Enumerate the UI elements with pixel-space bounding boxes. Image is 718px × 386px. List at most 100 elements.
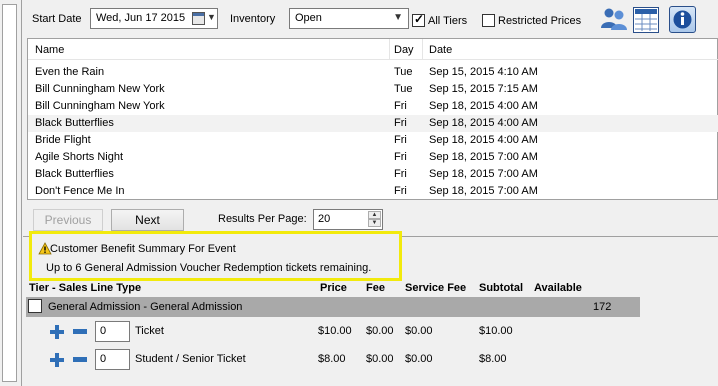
- restricted-prices-label[interactable]: Restricted Prices: [498, 15, 581, 27]
- benefit-summary-message: Up to 6 General Admission Voucher Redemp…: [46, 262, 372, 274]
- sales-line-subtotal: $10.00: [479, 325, 513, 337]
- event-day: Fri: [394, 151, 407, 163]
- event-day: Fri: [394, 134, 407, 146]
- event-name: Even the Rain: [35, 66, 105, 78]
- event-day: Fri: [394, 185, 407, 197]
- event-day: Tue: [394, 66, 413, 78]
- event-name: Black Butterflies: [35, 168, 114, 180]
- sales-line-fee: $0.00: [366, 353, 394, 365]
- event-name: Bill Cunningham New York: [35, 83, 165, 95]
- sales-line-subtotal: $8.00: [479, 353, 507, 365]
- sales-line-row: 0 Student / Senior Ticket $8.00 $0.00 $0…: [23, 347, 718, 373]
- inventory-select[interactable]: Open ▼: [289, 8, 409, 29]
- column-header-type: Tier - Sales Line Type: [29, 282, 142, 294]
- previous-button[interactable]: Previous: [33, 209, 103, 231]
- column-header-fee: Fee: [366, 282, 385, 294]
- chevron-up-icon[interactable]: ▲: [368, 211, 381, 219]
- event-date: Sep 18, 2015 7:00 AM: [429, 151, 538, 163]
- event-date: Sep 18, 2015 4:00 AM: [429, 100, 538, 112]
- event-day: Fri: [394, 100, 407, 112]
- minus-icon[interactable]: [73, 357, 87, 362]
- event-day: Fri: [394, 168, 407, 180]
- event-day: Fri: [394, 117, 407, 129]
- tier-name: General Admission - General Admission: [48, 301, 243, 313]
- chevron-down-icon[interactable]: ▼: [207, 12, 216, 22]
- info-icon[interactable]: [669, 6, 696, 33]
- inventory-label: Inventory: [230, 13, 276, 25]
- list-item[interactable]: Even the Rain Tue Sep 15, 2015 4:10 AM: [28, 64, 718, 81]
- list-item-selected[interactable]: Black Butterflies Fri Sep 18, 2015 4:00 …: [28, 115, 718, 132]
- plus-icon[interactable]: [50, 353, 64, 367]
- quantity-input[interactable]: 0: [95, 321, 130, 342]
- list-item[interactable]: Don't Fence Me In Fri Sep 18, 2015 7:00 …: [28, 183, 718, 200]
- column-header-subtotal: Subtotal: [479, 282, 523, 294]
- event-name: Bill Cunningham New York: [35, 100, 165, 112]
- results-per-page-stepper[interactable]: 20 ▲ ▼: [313, 209, 383, 230]
- grid-icon[interactable]: [633, 7, 659, 33]
- sales-line-type: Student / Senior Ticket: [135, 353, 246, 365]
- column-header-available: Available: [534, 282, 582, 294]
- benefit-summary-title: Customer Benefit Summary For Event: [50, 243, 236, 255]
- inventory-value: Open: [295, 12, 322, 24]
- event-name: Don't Fence Me In: [35, 185, 125, 197]
- event-date: Sep 15, 2015 7:15 AM: [429, 83, 538, 95]
- list-item[interactable]: Bill Cunningham New York Fri Sep 18, 201…: [28, 98, 718, 115]
- next-button[interactable]: Next: [111, 209, 184, 231]
- column-header-date[interactable]: Date: [429, 44, 452, 56]
- event-name: Black Butterflies: [35, 117, 114, 129]
- left-panel-inner: [2, 4, 17, 382]
- minus-icon[interactable]: [73, 329, 87, 334]
- event-date: Sep 18, 2015 4:00 AM: [429, 117, 538, 129]
- tier-available: 172: [593, 301, 612, 313]
- toolbar: Start Date Wed, Jun 17 2015 ▼ Inventory …: [23, 0, 718, 38]
- sales-line-service-fee: $0.00: [405, 353, 433, 365]
- all-tiers-label[interactable]: All Tiers: [428, 15, 467, 27]
- start-date-label: Start Date: [32, 13, 82, 25]
- column-header-service-fee: Service Fee: [405, 282, 467, 294]
- events-list-header: Name Day Date: [28, 39, 718, 60]
- left-panel: [0, 0, 22, 386]
- column-header-name[interactable]: Name: [35, 44, 64, 56]
- plus-icon[interactable]: [50, 325, 64, 339]
- benefit-summary-panel: Customer Benefit Summary For Event Up to…: [29, 231, 402, 281]
- event-name: Bride Flight: [35, 134, 91, 146]
- restricted-prices-checkbox[interactable]: [482, 14, 495, 27]
- results-per-page-label: Results Per Page:: [218, 213, 307, 225]
- sales-line-service-fee: $0.00: [405, 325, 433, 337]
- sales-line-fee: $0.00: [366, 325, 394, 337]
- people-icon[interactable]: [600, 6, 627, 32]
- event-date: Sep 18, 2015 4:00 AM: [429, 134, 538, 146]
- column-header-price: Price: [320, 282, 347, 294]
- quantity-value: 0: [100, 325, 107, 337]
- column-separator: [389, 39, 390, 60]
- tier-row[interactable]: General Admission - General Admission 17…: [26, 297, 640, 317]
- tier-expand-checkbox[interactable]: [28, 299, 42, 313]
- column-header-day[interactable]: Day: [394, 44, 414, 56]
- quantity-value: 0: [100, 353, 107, 365]
- list-item[interactable]: Bill Cunningham New York Tue Sep 15, 201…: [28, 81, 718, 98]
- start-date-picker[interactable]: Wed, Jun 17 2015 ▼: [90, 8, 218, 29]
- main-panel: Start Date Wed, Jun 17 2015 ▼ Inventory …: [23, 0, 718, 386]
- event-date: Sep 18, 2015 7:00 AM: [429, 185, 538, 197]
- chevron-down-icon[interactable]: ▼: [368, 219, 381, 227]
- stepper-arrows[interactable]: ▲ ▼: [368, 211, 381, 228]
- event-name: Agile Shorts Night: [35, 151, 124, 163]
- events-list[interactable]: Name Day Date Even the Rain Tue Sep 15, …: [27, 38, 718, 200]
- all-tiers-checkbox[interactable]: [412, 12, 425, 27]
- list-item[interactable]: Bride Flight Fri Sep 18, 2015 4:00 AM: [28, 132, 718, 149]
- calendar-icon[interactable]: [192, 12, 205, 25]
- sales-line-row: 0 Ticket $10.00 $0.00 $0.00 $10.00: [23, 319, 718, 345]
- chevron-down-icon[interactable]: ▼: [393, 12, 403, 23]
- start-date-value: Wed, Jun 17 2015: [96, 12, 186, 24]
- results-per-page-value: 20: [318, 213, 331, 225]
- event-date: Sep 18, 2015 7:00 AM: [429, 168, 538, 180]
- sales-line-price: $8.00: [318, 353, 346, 365]
- sales-line-price: $10.00: [318, 325, 352, 337]
- event-date: Sep 15, 2015 4:10 AM: [429, 66, 538, 78]
- sales-line-type: Ticket: [135, 325, 164, 337]
- list-item[interactable]: Agile Shorts Night Fri Sep 18, 2015 7:00…: [28, 149, 718, 166]
- event-day: Tue: [394, 83, 413, 95]
- column-separator: [422, 39, 423, 60]
- quantity-input[interactable]: 0: [95, 349, 130, 370]
- list-item[interactable]: Black Butterflies Fri Sep 18, 2015 7:00 …: [28, 166, 718, 183]
